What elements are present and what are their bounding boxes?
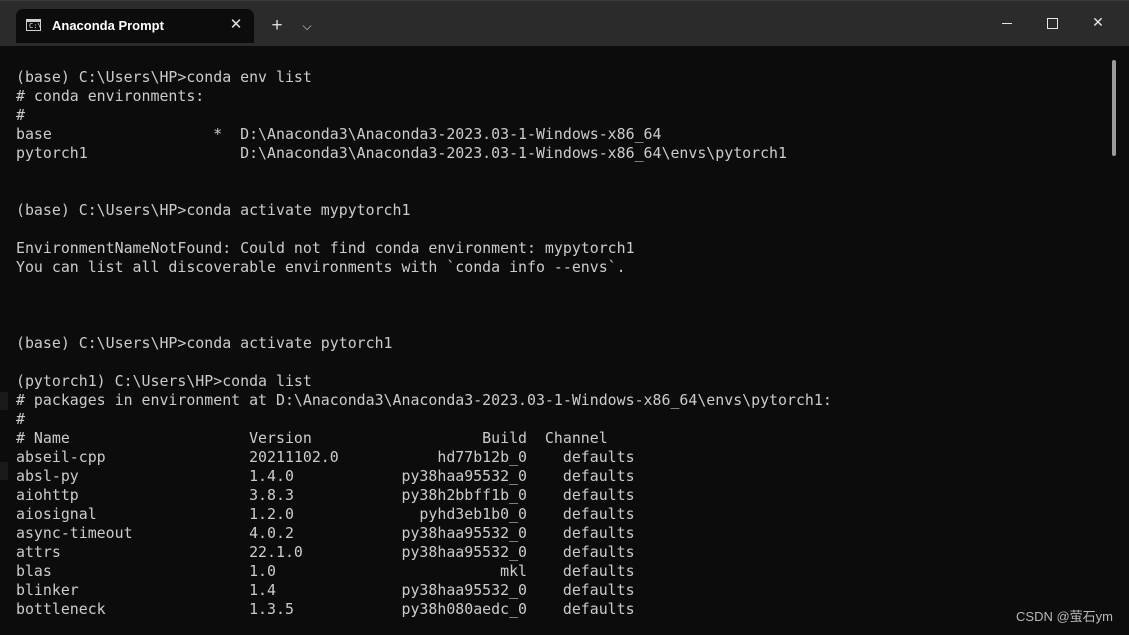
terminal-line: # Name Version Build Channel <box>16 429 608 447</box>
maximize-icon <box>1046 17 1058 29</box>
terminal-output: (base) C:\Users\HP>conda env list # cond… <box>16 68 832 619</box>
terminal-line: absl-py 1.4.0 py38haa95532_0 defaults <box>16 467 635 485</box>
title-bar: C:\ Anaconda Prompt ✕ + ⌵ ✕ <box>0 0 1129 46</box>
terminal-icon: C:\ <box>26 19 42 31</box>
watermark: CSDN @萤石ym <box>1016 609 1113 624</box>
background-window-edge <box>0 462 8 480</box>
terminal-line: (base) C:\Users\HP>conda activate pytorc… <box>16 334 393 352</box>
terminal-line: abseil-cpp 20211102.0 hd77b12b_0 default… <box>16 448 635 466</box>
minimize-icon <box>1002 22 1012 24</box>
new-tab-button[interactable]: + <box>266 15 288 37</box>
terminal-line: (pytorch1) C:\Users\HP>conda list <box>16 372 312 390</box>
scrollbar[interactable] <box>1112 60 1116 156</box>
terminal-line: # conda environments: <box>16 87 205 105</box>
terminal-line: # <box>16 106 25 124</box>
terminal-line: aiohttp 3.8.3 py38h2bbff1b_0 defaults <box>16 486 635 504</box>
terminal-line: (base) C:\Users\HP>conda env list <box>16 68 312 86</box>
terminal-pane[interactable]: (base) C:\Users\HP>conda env list # cond… <box>0 46 1129 635</box>
terminal-line: EnvironmentNameNotFound: Could not find … <box>16 239 635 257</box>
terminal-line: You can list all discoverable environmen… <box>16 258 626 276</box>
maximize-button[interactable] <box>1029 7 1075 37</box>
terminal-line: bottleneck 1.3.5 py38h080aedc_0 defaults <box>16 600 635 618</box>
terminal-line: (base) C:\Users\HP>conda activate mypyto… <box>16 201 411 219</box>
terminal-line: attrs 22.1.0 py38haa95532_0 defaults <box>16 543 635 561</box>
terminal-line: # <box>16 410 25 428</box>
terminal-line: blas 1.0 mkl defaults <box>16 562 635 580</box>
terminal-line: base * D:\Anaconda3\Anaconda3-2023.03-1-… <box>16 125 662 143</box>
terminal-line: aiosignal 1.2.0 pyhd3eb1b0_0 defaults <box>16 505 635 523</box>
terminal-line: pytorch1 D:\Anaconda3\Anaconda3-2023.03-… <box>16 144 787 162</box>
close-tab-icon[interactable]: ✕ <box>226 15 246 35</box>
tab-anaconda-prompt[interactable]: C:\ Anaconda Prompt ✕ <box>16 9 254 43</box>
tab-title: Anaconda Prompt <box>52 18 164 33</box>
terminal-line: async-timeout 4.0.2 py38haa95532_0 defau… <box>16 524 635 542</box>
terminal-line: blinker 1.4 py38haa95532_0 defaults <box>16 581 635 599</box>
background-window-edge <box>0 392 8 410</box>
minimize-button[interactable] <box>984 7 1030 37</box>
close-window-button[interactable]: ✕ <box>1075 7 1121 37</box>
chevron-down-icon[interactable]: ⌵ <box>296 15 318 37</box>
terminal-line: # packages in environment at D:\Anaconda… <box>16 391 832 409</box>
